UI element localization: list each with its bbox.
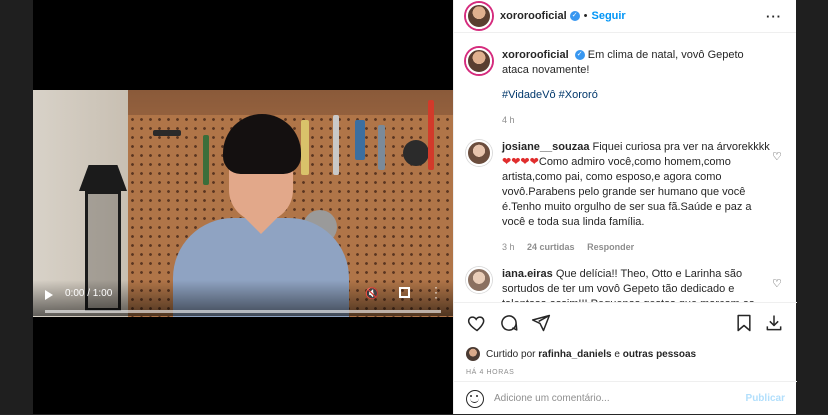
liked-prefix: Curtido por [486, 348, 536, 360]
liker-avatar [466, 347, 480, 361]
comment-item: josiane__souzaa Fiquei curiosa pra ver n… [466, 140, 785, 255]
comment-meta: 3 h 24 curtidas Responder [502, 240, 772, 255]
comment-username[interactable]: iana.eiras [502, 268, 553, 280]
comment-icon[interactable] [498, 312, 520, 334]
download-icon[interactable] [763, 312, 785, 334]
comment-text-continued: Como admiro você,como homem,como artista… [502, 156, 752, 228]
play-icon[interactable] [45, 290, 53, 300]
liked-mid: e [614, 348, 620, 360]
commenter-avatar[interactable] [466, 140, 492, 166]
liked-others[interactable]: outras pessoas [623, 349, 696, 360]
comment-like-icon[interactable] [772, 150, 782, 163]
author-username[interactable]: xororooficial [500, 10, 567, 22]
video-more-icon[interactable]: · · · [433, 281, 439, 303]
verified-icon: ✓ [569, 11, 580, 21]
comment-item: iana.eiras Que delícia!! Theo, Otto e La… [466, 267, 785, 302]
video-tool [403, 140, 429, 166]
video-tool [428, 100, 434, 170]
post-panel: xororooficial ✓ • Seguir ··· xororoofici… [453, 0, 797, 414]
verified-icon: ✓ [574, 50, 585, 61]
fullscreen-icon[interactable] [399, 287, 410, 298]
emoji-icon[interactable] [466, 389, 484, 408]
post-actions: Curtido por rafinha_daniels e outras pes… [454, 302, 797, 414]
comment-text: Fiquei curiosa pra ver na árvorekkkk [592, 141, 770, 153]
caption-hashtags[interactable]: #VidadeVô #Xororó [502, 88, 772, 103]
comment-form: Publicar [454, 381, 797, 415]
bookmark-icon[interactable] [733, 312, 755, 334]
comment-body: josiane__souzaa Fiquei curiosa pra ver n… [502, 140, 772, 255]
action-icons [466, 311, 785, 335]
comment-input[interactable] [494, 393, 746, 404]
caption-body: xororooficial ✓ Em clima de natal, vovô … [502, 48, 772, 128]
commenter-avatar[interactable] [466, 267, 492, 293]
comment-username[interactable]: josiane__souzaa [502, 141, 589, 153]
video-time: 0:00 / 1:00 [65, 288, 113, 299]
mute-icon[interactable]: 🔇 [365, 287, 379, 300]
comment-body: iana.eiras Que delícia!! Theo, Otto e La… [502, 267, 772, 302]
follow-button[interactable]: Seguir [591, 10, 625, 22]
caption-avatar[interactable] [466, 48, 492, 74]
comment-like-icon[interactable] [772, 277, 782, 290]
comments-scroll[interactable]: xororooficial ✓ Em clima de natal, vovô … [454, 34, 797, 302]
reply-button[interactable]: Responder [587, 242, 634, 252]
liked-by: Curtido por rafinha_daniels e outras pes… [466, 347, 785, 361]
share-icon[interactable] [530, 312, 552, 334]
caption-entry: xororooficial ✓ Em clima de natal, vovô … [466, 48, 785, 128]
video-progress-bar[interactable] [45, 310, 441, 313]
separator-dot: • [583, 10, 588, 22]
post-timestamp[interactable]: HÁ 4 HORAS [466, 369, 785, 376]
post-modal: 0:00 / 1:00 🔇 · · · xororooficial ✓ • Segu… [33, 0, 797, 414]
caption-username[interactable]: xororooficial [502, 49, 569, 61]
video-tool [355, 120, 365, 160]
publish-button[interactable]: Publicar [746, 393, 785, 404]
comment-time[interactable]: 3 h [502, 242, 515, 252]
liked-user[interactable]: rafinha_daniels [538, 349, 611, 360]
heart-icon[interactable] [466, 312, 488, 334]
video-player[interactable]: 0:00 / 1:00 🔇 · · · [33, 0, 453, 414]
post-header: xororooficial ✓ • Seguir ··· [454, 0, 796, 33]
video-tool [378, 125, 385, 170]
author-avatar[interactable] [466, 3, 492, 29]
more-options-icon[interactable]: ··· [766, 9, 782, 24]
heart-emoji: ❤❤❤❤ [502, 156, 539, 168]
caption-time: 4 h [502, 115, 515, 125]
comment-likes[interactable]: 24 curtidas [527, 242, 575, 252]
